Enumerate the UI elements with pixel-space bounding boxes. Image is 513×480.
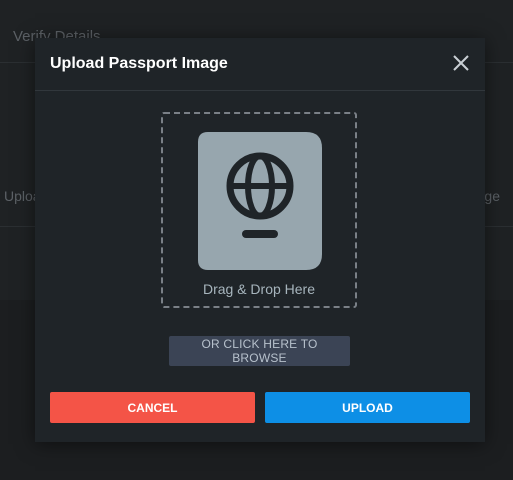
drop-zone[interactable]: Drag & Drop Here: [161, 112, 357, 308]
browse-button[interactable]: OR CLICK HERE TO BROWSE: [169, 336, 350, 366]
close-icon[interactable]: [450, 52, 472, 74]
modal-header: Upload Passport Image: [35, 38, 485, 91]
modal-title: Upload Passport Image: [50, 55, 228, 72]
upload-button[interactable]: UPLOAD: [265, 392, 470, 423]
upload-passport-modal: Upload Passport Image Drag & Drop Here O…: [35, 38, 485, 442]
drop-label: Drag & Drop Here: [202, 281, 316, 297]
passport-icon: [198, 132, 322, 270]
background-row-label: Upload: [4, 188, 38, 204]
cancel-button[interactable]: CANCEL: [50, 392, 255, 423]
background-row-value: Passport Image: [484, 188, 500, 204]
